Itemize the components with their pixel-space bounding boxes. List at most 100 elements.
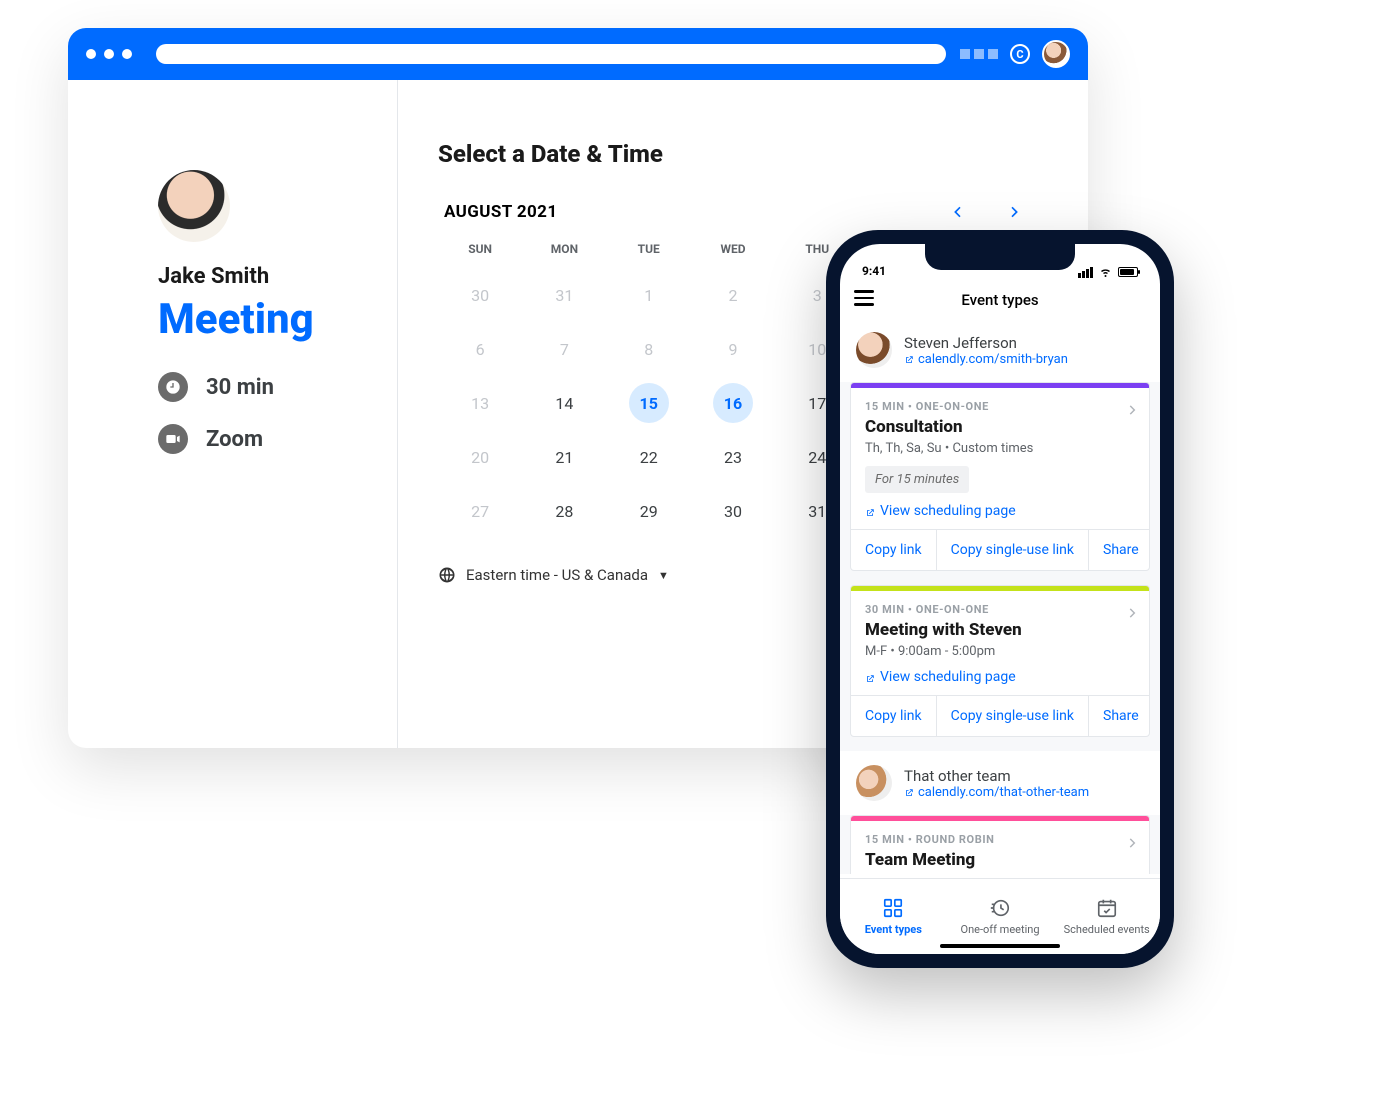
tab-label: Scheduled events — [1064, 923, 1150, 936]
view-scheduling-link[interactable]: View scheduling page — [865, 503, 1135, 519]
team-row[interactable]: That other teamcalendly.com/that-other-t… — [840, 751, 1160, 815]
calendar-day: 28 — [522, 484, 606, 538]
card-body[interactable]: 15 MIN • ROUND ROBIN Team Meeting — [851, 821, 1149, 874]
card-actions: Copy linkCopy single-use linkShare — [851, 529, 1149, 570]
calendar-day: 9 — [691, 322, 775, 376]
browser-toolbar: C — [68, 28, 1088, 80]
card-action[interactable]: Copy link — [851, 530, 937, 570]
event-list[interactable]: Steven Jeffersoncalendly.com/smith-bryan… — [840, 318, 1160, 874]
timezone-text: Eastern time - US & Canada — [466, 566, 648, 584]
duration-row: 30 min — [158, 372, 365, 402]
location-text: Zoom — [206, 427, 263, 452]
host-name: Jake Smith — [158, 264, 365, 289]
calendar-day[interactable]: 15 — [607, 376, 691, 430]
user-row[interactable]: Steven Jeffersoncalendly.com/smith-bryan — [840, 318, 1160, 382]
card-action[interactable]: Share — [1089, 530, 1150, 570]
profile-avatar[interactable] — [1042, 40, 1070, 68]
app-title: Event types — [961, 291, 1038, 309]
tab-label: One-off meeting — [961, 923, 1040, 936]
calendar-day: 7 — [522, 322, 606, 376]
home-indicator[interactable] — [940, 944, 1060, 948]
phone-screen: 9:41 Event types Steven Jeffersoncalendl… — [840, 244, 1160, 954]
card-subtitle: Th, Th, Sa, Su • Custom times — [865, 441, 1135, 456]
tab-bar: Event types One-off meeting Scheduled ev… — [840, 878, 1160, 954]
card-action[interactable]: Copy single-use link — [937, 696, 1089, 736]
calendar-day: 2 — [691, 268, 775, 322]
card-title: Team Meeting — [865, 850, 1135, 870]
brand-icon[interactable]: C — [1010, 44, 1030, 64]
user-link[interactable]: calendly.com/smith-bryan — [904, 352, 1068, 367]
team-link[interactable]: calendly.com/that-other-team — [904, 785, 1089, 800]
user-avatar — [856, 332, 892, 368]
calendar-day: 31 — [522, 268, 606, 322]
calendar-day: 29 — [607, 484, 691, 538]
external-link-icon — [904, 354, 914, 364]
battery-icon — [1118, 267, 1138, 277]
card-meta: 15 MIN • ROUND ROBIN — [865, 833, 1135, 846]
card-body[interactable]: 30 MIN • ONE-ON-ONE Meeting with Steven M-… — [851, 591, 1149, 695]
calendar-day: 22 — [607, 430, 691, 484]
chevron-right-icon — [1125, 835, 1139, 854]
card-subtitle: M-F • 9:00am - 5:00pm — [865, 644, 1135, 659]
team-name: That other team — [904, 767, 1089, 785]
address-bar[interactable] — [156, 44, 946, 64]
select-date-heading: Select a Date & Time — [438, 140, 1028, 168]
external-link-icon — [865, 506, 875, 516]
menu-button[interactable] — [854, 290, 874, 306]
card-action[interactable]: Copy link — [851, 696, 937, 736]
location-row: Zoom — [158, 424, 365, 454]
caret-down-icon: ▼ — [658, 569, 669, 582]
tab-event-types[interactable]: Event types — [840, 879, 947, 954]
prev-month-button[interactable] — [950, 204, 966, 220]
video-icon — [158, 424, 188, 454]
tab-label: Event types — [865, 923, 922, 936]
dow-label: WED — [691, 234, 775, 268]
team-avatar — [856, 765, 892, 801]
status-time: 9:41 — [862, 264, 886, 278]
phone-frame: 9:41 Event types Steven Jeffersoncalendl… — [826, 230, 1174, 968]
card-meta: 30 MIN • ONE-ON-ONE — [865, 603, 1135, 616]
window-controls[interactable] — [86, 49, 132, 59]
chevron-right-icon — [1125, 402, 1139, 421]
user-name: Steven Jefferson — [904, 334, 1068, 352]
wifi-icon — [1098, 266, 1113, 278]
card-actions: Copy linkCopy single-use linkShare — [851, 695, 1149, 736]
host-avatar — [158, 170, 230, 242]
dow-label: TUE — [607, 234, 691, 268]
event-card-peek: 15 MIN • ROUND ROBIN Team Meeting — [850, 815, 1150, 874]
dow-label: MON — [522, 234, 606, 268]
phone-notch — [925, 244, 1075, 270]
calendar-day: 14 — [522, 376, 606, 430]
clock-icon — [158, 372, 188, 402]
calendar-day: 8 — [607, 322, 691, 376]
month-label: AUGUST 2021 — [444, 202, 557, 222]
calendar-day: 30 — [438, 268, 522, 322]
card-action[interactable]: Copy single-use link — [937, 530, 1089, 570]
event-card: 15 MIN • ONE-ON-ONE Consultation Th, Th, S… — [850, 382, 1150, 571]
card-body[interactable]: 15 MIN • ONE-ON-ONE Consultation Th, Th, S… — [851, 388, 1149, 529]
event-sidebar: Jake Smith Meeting 30 min Zoom — [68, 80, 398, 748]
signal-icon — [1078, 267, 1093, 278]
event-title: Meeting — [158, 295, 365, 344]
app-header: Event types — [840, 282, 1160, 318]
calendar-day: 30 — [691, 484, 775, 538]
view-scheduling-link[interactable]: View scheduling page — [865, 669, 1135, 685]
dow-label: SUN — [438, 234, 522, 268]
calendar-day[interactable]: 16 — [691, 376, 775, 430]
calendar-day: 23 — [691, 430, 775, 484]
calendar-day: 27 — [438, 484, 522, 538]
card-title: Consultation — [865, 417, 1135, 437]
calendar-day: 1 — [607, 268, 691, 322]
external-link-icon — [865, 672, 875, 682]
card-action[interactable]: Share — [1089, 696, 1150, 736]
card-title: Meeting with Steven — [865, 620, 1135, 640]
toolbar-squares-icon — [960, 49, 998, 59]
card-meta: 15 MIN • ONE-ON-ONE — [865, 400, 1135, 413]
next-month-button[interactable] — [1006, 204, 1022, 220]
tab-one-off[interactable]: One-off meeting — [947, 879, 1054, 954]
calendar-day: 13 — [438, 376, 522, 430]
event-card: 30 MIN • ONE-ON-ONE Meeting with Steven M-… — [850, 585, 1150, 737]
calendar-day: 6 — [438, 322, 522, 376]
chevron-right-icon — [1125, 605, 1139, 624]
tab-scheduled[interactable]: Scheduled events — [1053, 879, 1160, 954]
